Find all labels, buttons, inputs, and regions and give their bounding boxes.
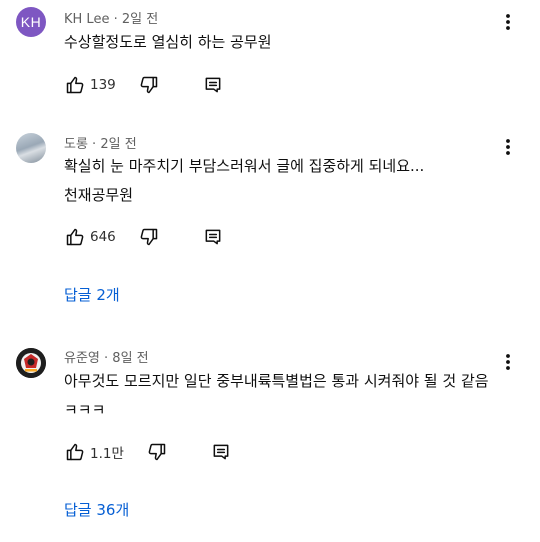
- like-count: 139: [90, 77, 116, 93]
- comment-line: 천재공무원: [64, 186, 134, 204]
- reply-button[interactable]: [202, 74, 224, 96]
- meta-separator: ·: [87, 137, 101, 152]
- comment-line: 아무것도 모르지만 일단 중부내륙특별법은 통과 시켜줘야 될 것 같음: [64, 372, 489, 390]
- meta-separator: ·: [99, 351, 113, 366]
- more-vert-icon: [506, 14, 510, 30]
- avatar[interactable]: KH: [16, 7, 46, 37]
- reply-icon: [213, 444, 229, 460]
- more-vert-icon: [506, 354, 510, 370]
- more-options-button[interactable]: [498, 350, 518, 374]
- dislike-button[interactable]: [146, 441, 168, 463]
- author-name[interactable]: KH Lee: [64, 12, 109, 27]
- comment-actions: 1.1만: [64, 440, 232, 464]
- comment-meta: 유준영 · 8일 전: [64, 347, 149, 366]
- comment-time[interactable]: 8일 전: [112, 351, 148, 366]
- reply-button[interactable]: [202, 226, 224, 248]
- thumbs-up-icon: [66, 443, 84, 461]
- comment-text: 아무것도 모르지만 일단 중부내륙특별법은 통과 시켜줘야 될 것 같음 ㅋㅋㅋ: [64, 367, 489, 425]
- thumbs-down-icon: [140, 228, 158, 246]
- comment-actions: 646: [64, 225, 224, 249]
- comment-meta: 도롱 · 2일 전: [64, 133, 137, 152]
- thumbs-down-icon: [140, 76, 158, 94]
- more-options-button[interactable]: [498, 10, 518, 34]
- dislike-button[interactable]: [138, 74, 160, 96]
- comment-text: 확실히 눈 마주치기 부담스러워서 글에 집중하게 되네요... 천재공무원: [64, 152, 424, 210]
- comment-time[interactable]: 2일 전: [122, 12, 158, 27]
- comment-line: ㅋㅋㅋ: [64, 401, 106, 419]
- reply-icon: [205, 229, 221, 245]
- avatar[interactable]: [16, 348, 46, 378]
- comment-time[interactable]: 2일 전: [100, 137, 136, 152]
- comment-line: 수상할정도로 열심히 하는 공무원: [64, 33, 272, 51]
- avatar[interactable]: [16, 133, 46, 163]
- view-replies-link[interactable]: 답글 2개: [64, 284, 120, 305]
- thumbs-up-icon: [66, 228, 84, 246]
- more-vert-icon: [506, 139, 510, 155]
- thumbs-up-icon: [66, 76, 84, 94]
- comment-text: 수상할정도로 열심히 하는 공무원: [64, 28, 272, 57]
- avatar-logo-icon: [16, 348, 46, 378]
- like-button[interactable]: [64, 226, 86, 248]
- comment-meta: KH Lee · 2일 전: [64, 8, 158, 27]
- view-replies-link[interactable]: 답글 36개: [64, 499, 129, 520]
- author-name[interactable]: 도롱: [64, 137, 88, 152]
- comment-actions: 139: [64, 73, 224, 97]
- like-button[interactable]: [64, 74, 86, 96]
- reply-button[interactable]: [210, 441, 232, 463]
- author-name[interactable]: 유준영: [64, 351, 100, 366]
- avatar-initials: KH: [20, 14, 42, 30]
- like-count: 646: [90, 229, 116, 245]
- like-button[interactable]: [64, 441, 86, 463]
- meta-separator: ·: [109, 12, 122, 27]
- dislike-button[interactable]: [138, 226, 160, 248]
- thumbs-down-icon: [148, 443, 166, 461]
- comment-line: 확실히 눈 마주치기 부담스러워서 글에 집중하게 되네요...: [64, 157, 425, 175]
- more-options-button[interactable]: [498, 135, 518, 159]
- like-count: 1.1만: [90, 446, 124, 462]
- reply-icon: [205, 77, 221, 93]
